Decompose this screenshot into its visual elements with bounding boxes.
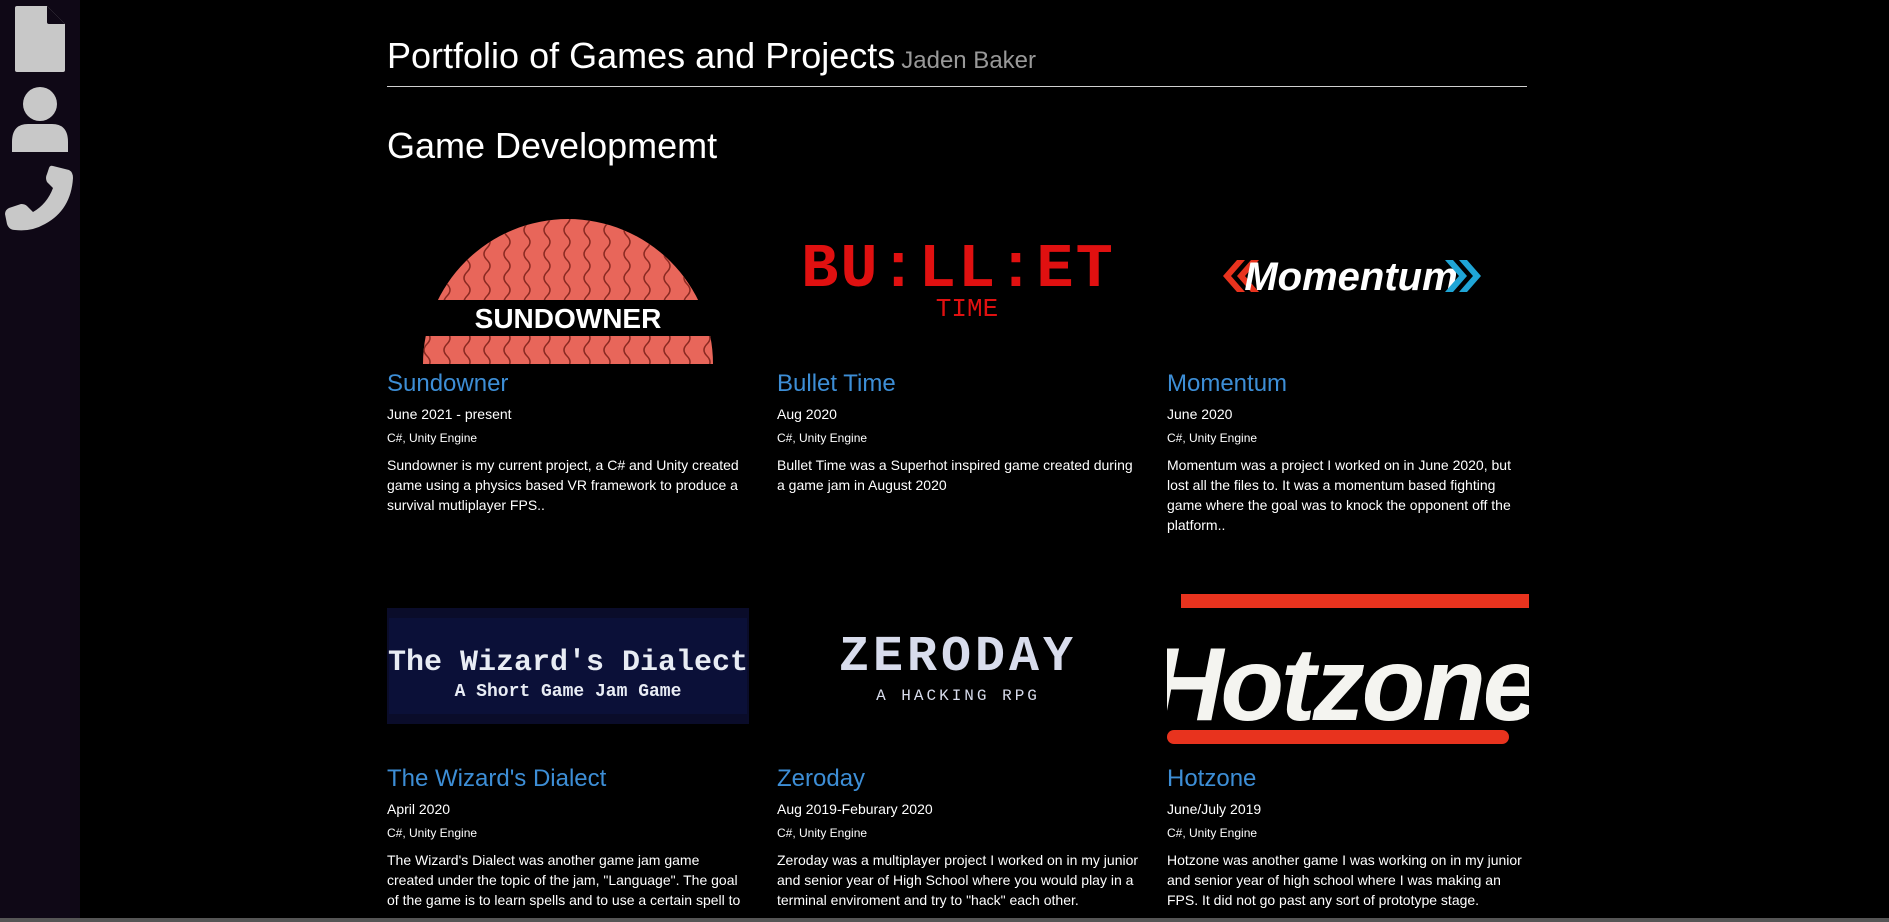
project-description: Hotzone was another game I was working o… [1167,852,1522,908]
project-date: April 2020 [387,801,451,817]
bullet-logo-sub: TIME [936,294,998,324]
wizards-dialect-logo[interactable]: The Wizard's Dialect A Short Game Jam Ga… [387,600,749,736]
project-title-zeroday[interactable]: Zeroday [777,765,865,793]
site-subtitle: Jaden Baker [901,47,1037,74]
project-title-momentum[interactable]: Momentum [1167,370,1287,398]
project-date: Aug 2020 [777,406,837,422]
zeroday-logo-sub: A HACKING RPG [876,687,1040,705]
project-tech: C#, Unity Engine [387,431,478,445]
project-title-wizards-dialect[interactable]: The Wizard's Dialect [387,765,606,793]
horizontal-scrollbar[interactable] [0,918,1889,922]
page-header: Portfolio of Games and Projects Jaden Bak… [387,36,1527,87]
sundowner-logo-text: SUNDOWNER [475,303,662,334]
project-tech: C#, Unity Engine [777,826,868,840]
phone-icon[interactable] [0,164,80,232]
project-description: Momentum was a project I worked on in Ju… [1167,457,1511,533]
project-description: Zeroday was a multiplayer project I work… [777,852,1139,908]
hotzone-logo-text: Hotzone [1167,627,1529,743]
hotzone-logo[interactable]: Hotzone [1167,592,1529,752]
zeroday-logo[interactable]: ZERODAY A HACKING RPG [777,600,1139,736]
project-description: Bullet Time was a Superhot inspired game… [777,457,1133,493]
project-title-hotzone[interactable]: Hotzone [1167,765,1256,793]
wizard-logo-text: The Wizard's Dialect [388,646,748,680]
project-tech: C#, Unity Engine [1167,431,1258,445]
project-date: June 2020 [1167,406,1233,422]
bullet-time-logo[interactable]: BU:LL:ET TIME [777,204,1139,364]
section-title: Game Developmemt [387,125,718,166]
site-title: Portfolio of Games and Projects [387,35,896,76]
momentum-logo[interactable]: Momentum [1167,204,1529,364]
zeroday-logo-text: ZERODAY [839,629,1077,686]
document-icon[interactable] [0,6,80,72]
person-icon[interactable] [0,86,80,152]
project-tech: C#, Unity Engine [387,826,478,840]
momentum-logo-text: Momentum [1244,255,1457,299]
project-description: Sundowner is my current project, a C# an… [387,457,739,513]
wizard-logo-sub: A Short Game Jam Game [455,682,682,702]
sidebar [0,0,80,922]
project-tech: C#, Unity Engine [777,431,868,445]
project-title-sundowner[interactable]: Sundowner [387,370,508,398]
sundowner-logo[interactable]: SUNDOWNER [387,204,749,364]
project-description: The Wizard's Dialect was another game ja… [387,852,741,908]
project-title-bullet-time[interactable]: Bullet Time [777,370,896,398]
project-date: Aug 2019-Feburary 2020 [777,801,933,817]
project-date: June/July 2019 [1167,801,1262,817]
project-tech: C#, Unity Engine [1167,826,1258,840]
project-date: June 2021 - present [387,406,512,422]
